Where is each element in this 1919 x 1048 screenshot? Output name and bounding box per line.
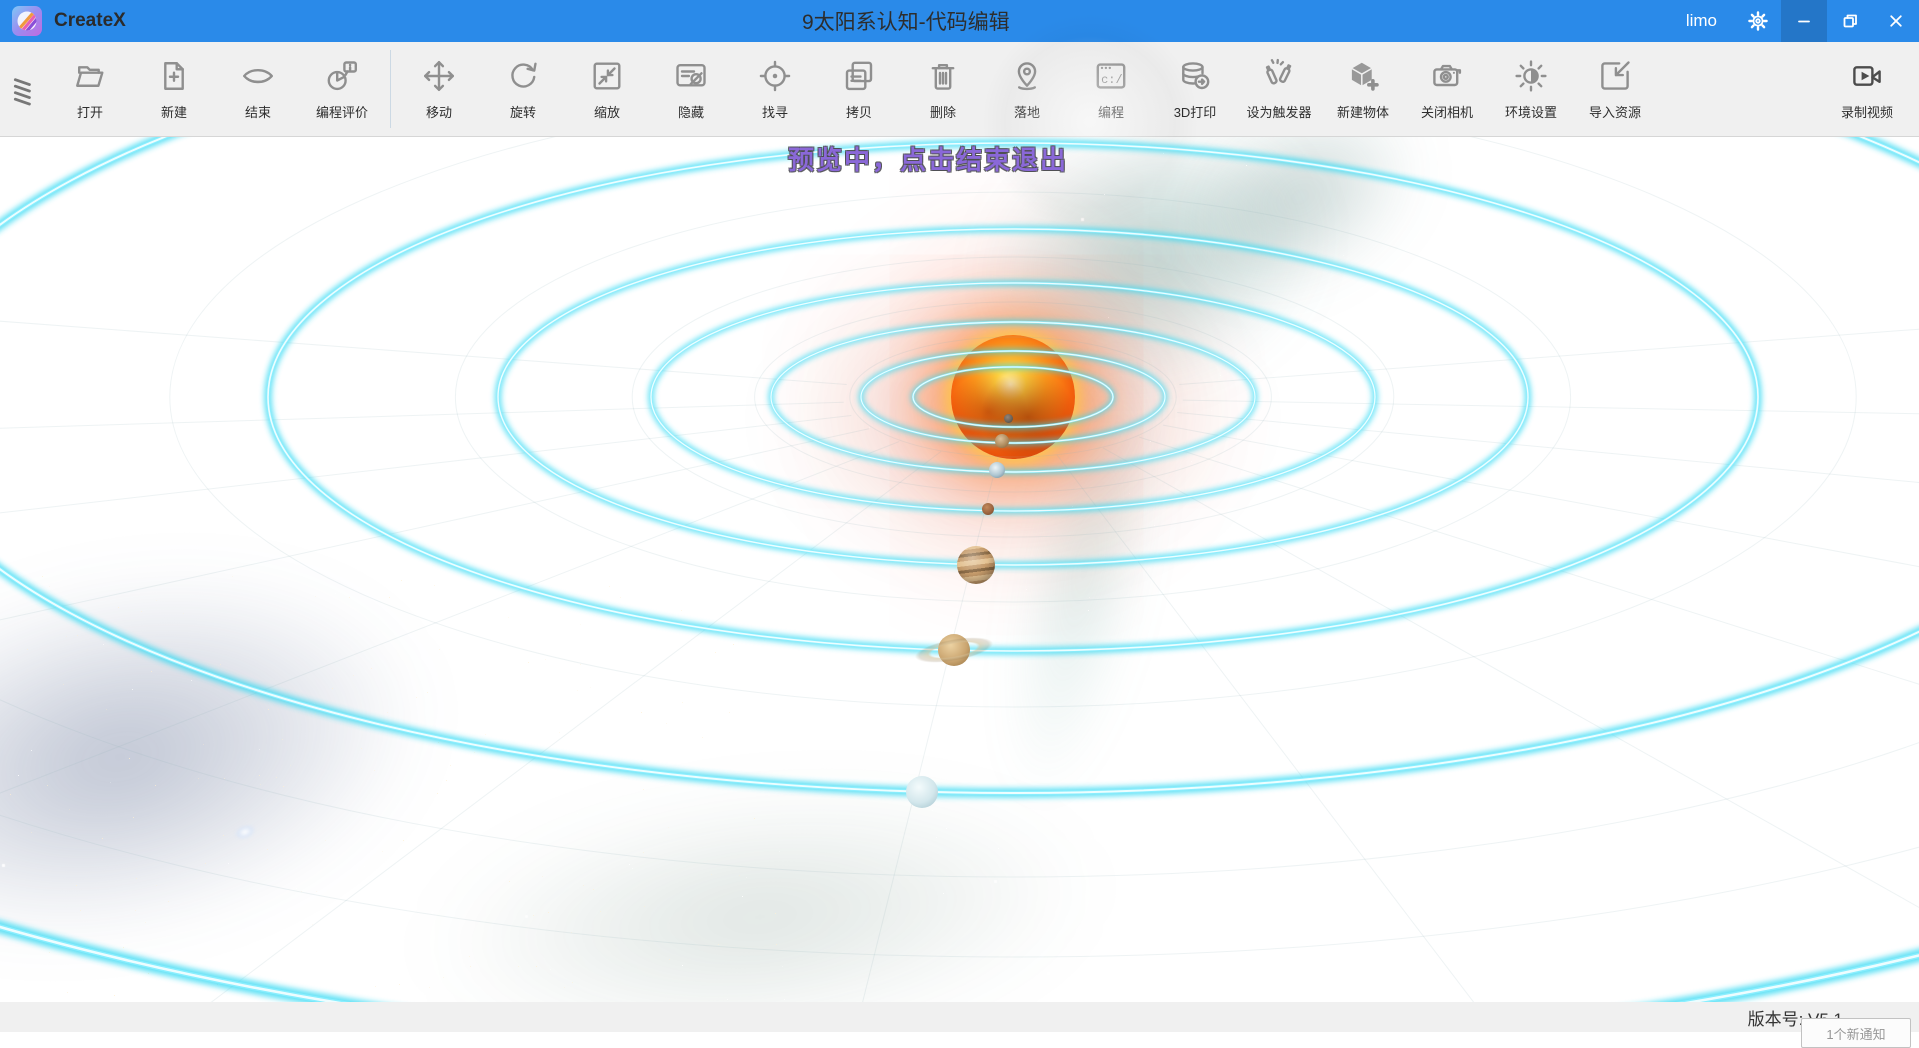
diagonal-lines-menu-icon [11, 69, 37, 111]
toolbar-item-print3d[interactable]: 3D打印 [1153, 42, 1237, 137]
record-icon [1849, 54, 1885, 98]
titlebar: CreateX 9太阳系认知-代码编辑 limo [0, 0, 1919, 42]
toolbar-item-label: 环境设置 [1505, 102, 1557, 121]
newobj-icon [1345, 54, 1381, 98]
toolbar-item-open[interactable]: 打开 [48, 42, 132, 137]
toolbar-item-label: 编程评价 [316, 102, 368, 121]
preview-overlay-text: 预览中，点击结束退出 [788, 140, 1068, 177]
nebula-4 [296, 711, 1225, 1002]
new-icon [156, 54, 192, 98]
toolbar-item-label: 3D打印 [1174, 102, 1217, 121]
planet-mercury[interactable] [1004, 414, 1013, 423]
app-logo-icon [12, 6, 42, 36]
planet-jupiter[interactable] [957, 546, 995, 584]
nebula-0 [879, 137, 1422, 490]
toolbar-item-record[interactable]: 录制视频 [1825, 42, 1909, 137]
toolbar-item-env[interactable]: 环境设置 [1489, 42, 1573, 137]
close-button[interactable] [1873, 0, 1919, 42]
toolbar-item-eval[interactable]: 编程评价 [300, 42, 384, 137]
toolbar-item-label: 缩放 [594, 102, 620, 121]
toolbar-item-label: 隐藏 [678, 102, 704, 121]
find-icon [757, 54, 793, 98]
toolbar-item-camera[interactable]: 关闭相机 [1405, 42, 1489, 137]
sun[interactable] [951, 335, 1075, 459]
minimize-icon [1792, 9, 1816, 33]
toolbar-item-copy[interactable]: 拷贝 [817, 42, 901, 137]
nebula-3 [0, 447, 569, 1002]
settings-button[interactable] [1735, 0, 1781, 42]
print3d-icon [1177, 54, 1213, 98]
window-title: 9太阳系认知-代码编辑 [126, 6, 1686, 36]
toolbar-item-import[interactable]: 导入资源 [1573, 42, 1657, 137]
toolbar-item-code[interactable]: c:/ 编程 [1069, 42, 1153, 137]
toolbar-item-trigger[interactable]: 设为触发器 [1237, 42, 1321, 137]
planet-mars[interactable] [982, 503, 994, 515]
planet-uranus[interactable] [906, 776, 938, 808]
toolbar-item-label: 录制视频 [1841, 102, 1893, 121]
copy-icon [841, 54, 877, 98]
nebula-2 [1098, 137, 1502, 377]
toolbar-item-move[interactable]: 移动 [397, 42, 481, 137]
viewport[interactable]: 预览中，点击结束退出 [0, 137, 1919, 1002]
toolbar-item-label: 拷贝 [846, 102, 872, 121]
toolbar-item-label: 落地 [1014, 102, 1040, 121]
gear-icon [1746, 9, 1770, 33]
toolbar-item-delete[interactable]: 删除 [901, 42, 985, 137]
user-name: limo [1686, 11, 1717, 31]
toolbar-item-label: 新建 [161, 102, 187, 121]
toolbar-item-end[interactable]: 结束 [216, 42, 300, 137]
open-icon [72, 54, 108, 98]
toolbar-item-hide[interactable]: 隐藏 [649, 42, 733, 137]
delete-icon [925, 54, 961, 98]
toolbar-item-label: 新建物体 [1337, 102, 1389, 121]
end-icon [240, 54, 276, 98]
import-icon [1597, 54, 1633, 98]
notification-text: 1个新通知 [1826, 1027, 1885, 1042]
env-icon [1513, 54, 1549, 98]
toolbar-separator [390, 50, 391, 128]
toolbar-item-label: 移动 [426, 102, 452, 121]
toolbar-menu-button[interactable] [0, 42, 48, 137]
planet-saturn[interactable] [938, 634, 970, 666]
land-icon [1009, 54, 1045, 98]
toolbar: 打开 新建 结束 编程评价 移动 旋转 缩放 隐藏 找寻 拷贝 删除 落地 c:/ 编程 3D打印 设为触发器… [0, 42, 1919, 137]
toolbar-item-find[interactable]: 找寻 [733, 42, 817, 137]
galaxy-blob [227, 817, 262, 846]
toolbar-item-label: 关闭相机 [1421, 102, 1473, 121]
toolbar-item-label: 导入资源 [1589, 102, 1641, 121]
toolbar-item-rotate[interactable]: 旋转 [481, 42, 565, 137]
toolbar-item-land[interactable]: 落地 [985, 42, 1069, 137]
restore-window-icon [1838, 9, 1862, 33]
toolbar-item-label: 打开 [77, 102, 103, 121]
trigger-icon [1261, 54, 1297, 98]
toolbar-item-new[interactable]: 新建 [132, 42, 216, 137]
restore-window-button[interactable] [1827, 0, 1873, 42]
toolbar-item-label: 删除 [930, 102, 956, 121]
code-icon: c:/ [1093, 54, 1129, 98]
status-bar: 版本号: V5.1 [0, 1002, 1919, 1032]
camera-icon [1429, 54, 1465, 98]
rotate-icon [505, 54, 541, 98]
close-icon [1884, 9, 1908, 33]
minimize-button[interactable] [1781, 0, 1827, 42]
toolbar-item-label: 编程 [1098, 102, 1124, 121]
planet-earth[interactable] [989, 462, 1005, 478]
hide-icon [673, 54, 709, 98]
toolbar-item-label: 设为触发器 [1246, 102, 1311, 121]
scale-icon [589, 54, 625, 98]
toolbar-item-newobj[interactable]: 新建物体 [1321, 42, 1405, 137]
planet-venus[interactable] [995, 434, 1009, 448]
toolbar-item-label: 结束 [245, 102, 271, 121]
toolbar-item-scale[interactable]: 缩放 [565, 42, 649, 137]
eval-icon [324, 54, 360, 98]
move-icon [421, 54, 457, 98]
toolbar-items: 打开 新建 结束 编程评价 移动 旋转 缩放 隐藏 找寻 拷贝 删除 落地 c:/ 编程 3D打印 设为触发器… [48, 42, 1919, 137]
starfield [0, 137, 1, 138]
toolbar-item-label: 旋转 [510, 102, 536, 121]
app-name: CreateX [54, 10, 126, 32]
svg-text:c:/: c:/ [1101, 73, 1123, 87]
notification-popup[interactable]: 1个新通知 [1801, 1018, 1911, 1048]
toolbar-item-label: 找寻 [762, 102, 788, 121]
